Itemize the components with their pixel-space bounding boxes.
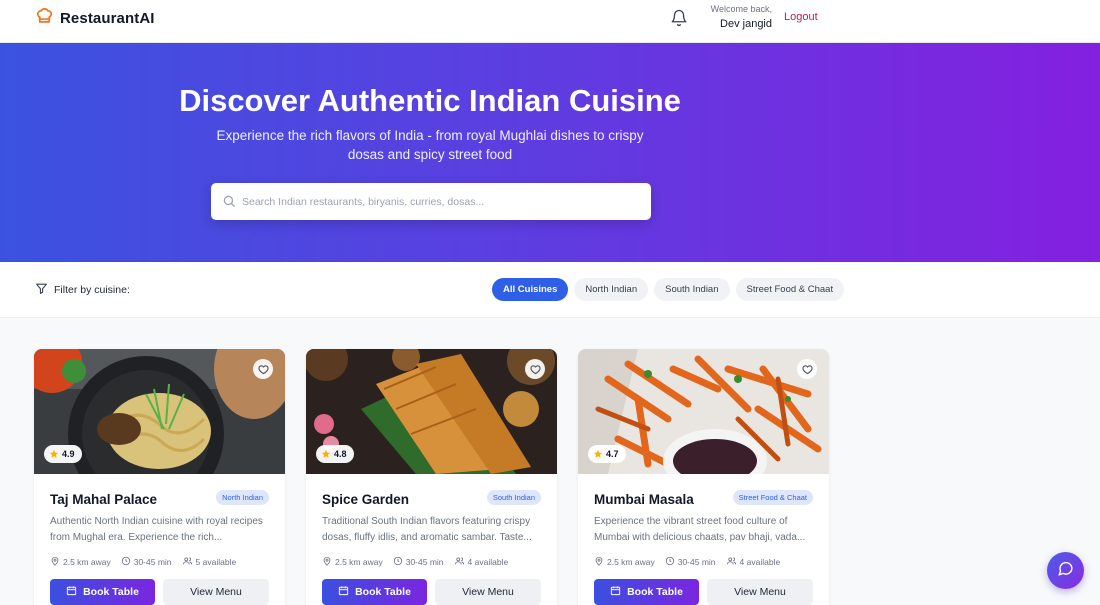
- rating-value: 4.7: [606, 449, 619, 459]
- search-bar: [211, 183, 651, 220]
- availability-text: 4 available: [739, 557, 781, 567]
- cuisine-badge: North Indian: [216, 490, 269, 505]
- restaurant-description: Authentic North Indian cuisine with roya…: [50, 516, 263, 543]
- welcome-text: Welcome back,: [710, 4, 772, 14]
- brand-name: RestaurantAI: [60, 9, 155, 27]
- chip-all-cuisines[interactable]: All Cuisines: [492, 278, 569, 301]
- book-table-button[interactable]: Book Table: [50, 579, 155, 605]
- rating-badge: 4.7: [588, 445, 626, 463]
- users-icon: [182, 556, 193, 568]
- heart-icon[interactable]: [525, 359, 545, 379]
- distance-text: 2.5 km away: [607, 557, 655, 567]
- availability-text: 4 available: [467, 557, 509, 567]
- restaurant-image: 4.7: [578, 349, 829, 474]
- logout-link[interactable]: Logout: [784, 11, 818, 23]
- book-table-label: Book Table: [627, 586, 683, 598]
- restaurant-name: Mumbai Masala: [594, 492, 694, 507]
- search-icon: [222, 194, 236, 208]
- star-icon: [321, 449, 331, 459]
- time-text: 30-45 min: [133, 557, 172, 567]
- calendar-icon: [338, 585, 349, 599]
- view-menu-button[interactable]: View Menu: [435, 579, 541, 605]
- user-greeting: Welcome back, Dev jangid: [692, 4, 772, 30]
- rating-value: 4.8: [334, 449, 347, 459]
- restaurant-name: Spice Garden: [322, 492, 410, 507]
- book-table-button[interactable]: Book Table: [322, 579, 427, 605]
- map-pin-icon: [594, 556, 604, 568]
- restaurant-image: 4.9: [34, 349, 285, 474]
- calendar-icon: [610, 585, 621, 599]
- hero-section: Discover Authentic Indian Cuisine Experi…: [0, 43, 1100, 262]
- cuisine-badge: South Indian: [486, 490, 541, 505]
- restaurant-description: Experience the vibrant street food cultu…: [594, 516, 806, 543]
- time-text: 30-45 min: [677, 557, 716, 567]
- book-table-label: Book Table: [83, 586, 139, 598]
- hero-subtitle: Experience the rich flavors of India - f…: [216, 128, 644, 162]
- brand[interactable]: RestaurantAI: [35, 6, 155, 30]
- users-icon: [726, 556, 737, 568]
- map-pin-icon: [50, 556, 60, 568]
- restaurant-card[interactable]: 4.9 Taj Mahal Palace North Indian Authen…: [34, 349, 285, 605]
- view-menu-button[interactable]: View Menu: [707, 579, 813, 605]
- chat-bubble-icon: [1057, 560, 1074, 582]
- star-icon: [593, 449, 603, 459]
- top-navbar: RestaurantAI Welcome back, Dev jangid Lo…: [0, 0, 1100, 43]
- rating-badge: 4.9: [44, 445, 82, 463]
- restaurant-image: 4.8: [306, 349, 557, 474]
- chip-street-food[interactable]: Street Food & Chaat: [735, 278, 845, 301]
- filter-label-text: Filter by cuisine:: [54, 284, 130, 296]
- view-menu-button[interactable]: View Menu: [163, 579, 269, 605]
- filter-bar: Filter by cuisine: All Cuisines North In…: [0, 262, 1100, 318]
- restaurant-meta: 2.5 km away 30-45 min 5 available: [50, 556, 236, 568]
- book-table-button[interactable]: Book Table: [594, 579, 699, 605]
- time-text: 30-45 min: [405, 557, 444, 567]
- distance-text: 2.5 km away: [63, 557, 111, 567]
- heart-icon[interactable]: [797, 359, 817, 379]
- restaurant-card[interactable]: 4.8 Spice Garden South Indian Traditiona…: [306, 349, 557, 605]
- funnel-icon: [35, 282, 48, 298]
- users-icon: [454, 556, 465, 568]
- cuisine-badge: Street Food & Chaat: [732, 490, 813, 505]
- user-name: Dev jangid: [720, 18, 772, 30]
- cuisine-chips: All Cuisines North Indian South Indian S…: [492, 278, 845, 301]
- book-table-label: Book Table: [355, 586, 411, 598]
- restaurant-description: Traditional South Indian flavors featuri…: [322, 516, 532, 543]
- bell-icon[interactable]: [670, 9, 688, 27]
- map-pin-icon: [322, 556, 332, 568]
- heart-icon[interactable]: [253, 359, 273, 379]
- clock-icon: [665, 556, 675, 568]
- chip-south-indian[interactable]: South Indian: [654, 278, 730, 301]
- clock-icon: [121, 556, 131, 568]
- rating-badge: 4.8: [316, 445, 354, 463]
- star-icon: [49, 449, 59, 459]
- calendar-icon: [66, 585, 77, 599]
- restaurant-card[interactable]: 4.7 Mumbai Masala Street Food & Chaat Ex…: [578, 349, 829, 605]
- restaurant-meta: 2.5 km away 30-45 min 4 available: [594, 556, 780, 568]
- chef-hat-icon: [35, 6, 54, 30]
- restaurant-meta: 2.5 km away 30-45 min 4 available: [322, 556, 508, 568]
- hero-title: Discover Authentic Indian Cuisine: [179, 83, 681, 118]
- availability-text: 5 available: [195, 557, 237, 567]
- chat-button[interactable]: [1047, 552, 1084, 589]
- clock-icon: [393, 556, 403, 568]
- restaurant-name: Taj Mahal Palace: [50, 492, 158, 507]
- search-input[interactable]: [242, 183, 642, 220]
- distance-text: 2.5 km away: [335, 557, 383, 567]
- chip-north-indian[interactable]: North Indian: [574, 278, 649, 301]
- filter-label: Filter by cuisine:: [35, 282, 130, 298]
- rating-value: 4.9: [62, 449, 75, 459]
